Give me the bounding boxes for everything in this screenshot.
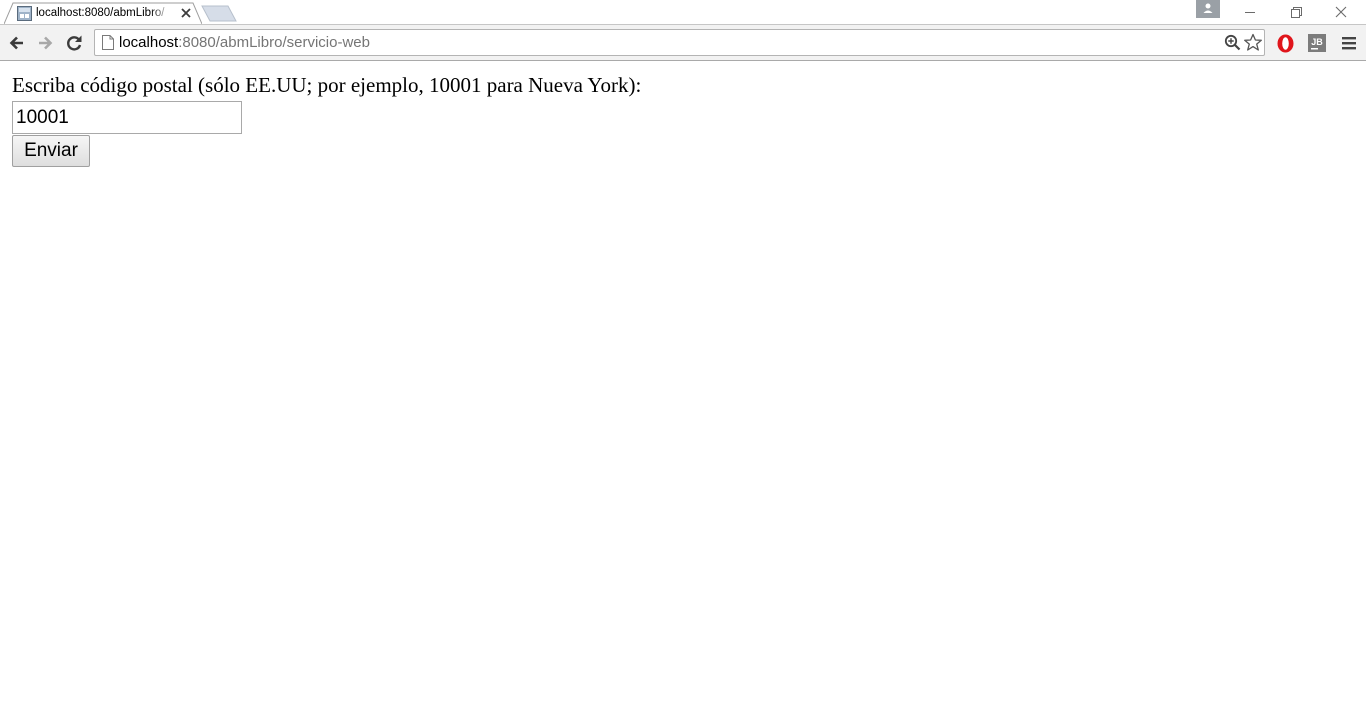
document-icon	[102, 35, 114, 50]
profile-button[interactable]	[1196, 0, 1220, 18]
url-host: localhost	[119, 34, 179, 51]
submit-button[interactable]: Enviar	[12, 135, 90, 167]
zip-code-input[interactable]	[12, 101, 242, 134]
close-icon[interactable]	[180, 7, 192, 19]
browser-tab[interactable]: localhost:8080/abmLibro/	[4, 2, 202, 24]
svg-text:JB: JB	[1311, 37, 1323, 47]
address-bar[interactable]: localhost:8080/abmLibro/servicio-web	[94, 29, 1265, 56]
hamburger-menu-icon[interactable]	[1341, 35, 1357, 51]
url-text: localhost:8080/abmLibro/servicio-web	[119, 34, 370, 52]
person-icon	[1203, 3, 1213, 13]
new-tab-button[interactable]	[201, 5, 237, 22]
browser-titlebar: localhost:8080/abmLibro/	[0, 0, 1366, 24]
minimize-button[interactable]	[1227, 0, 1273, 24]
zip-prompt-label: Escriba código postal (sólo EE.UU; por e…	[12, 73, 642, 97]
tab-title: localhost:8080/abmLibro/	[36, 7, 165, 19]
browser-toolbar: localhost:8080/abmLibro/servicio-web JB	[0, 24, 1366, 61]
restore-button[interactable]	[1272, 0, 1318, 24]
star-icon[interactable]	[1243, 33, 1263, 52]
opera-icon[interactable]	[1276, 34, 1295, 53]
arrow-right-icon[interactable]	[35, 33, 55, 53]
reload-icon[interactable]	[64, 33, 84, 53]
jetbrains-icon[interactable]: JB	[1308, 34, 1326, 52]
url-path: :8080/abmLibro/servicio-web	[178, 34, 370, 51]
arrow-left-icon[interactable]	[7, 33, 27, 53]
page-favicon-icon	[17, 6, 32, 21]
window-close-button[interactable]	[1318, 0, 1364, 24]
page-content: Escriba código postal (sólo EE.UU; por e…	[0, 61, 1366, 728]
zoom-icon[interactable]	[1224, 34, 1241, 51]
